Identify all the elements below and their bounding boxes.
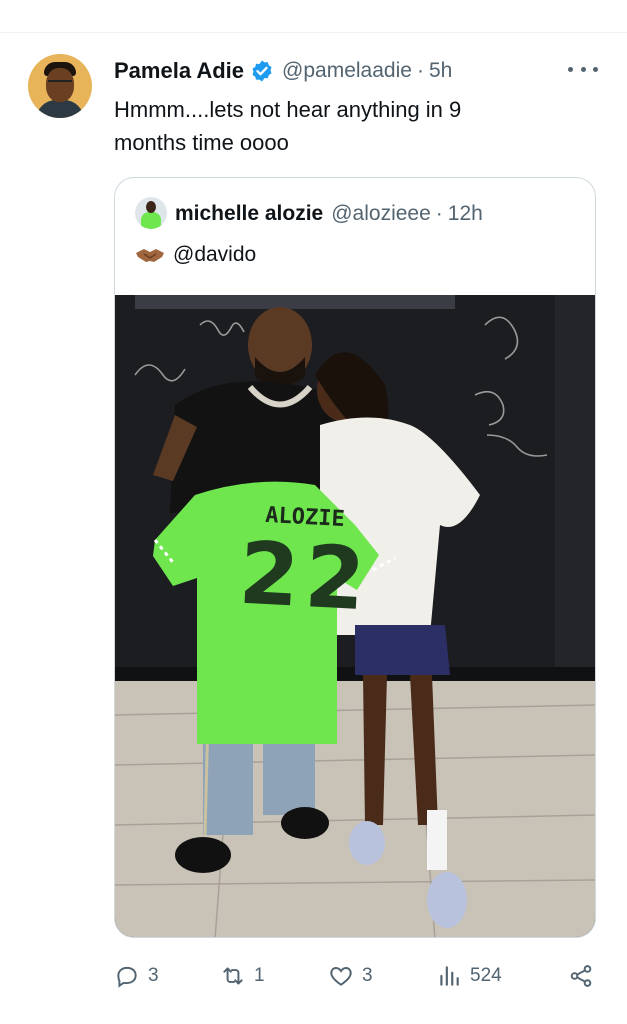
quoted-author-handle[interactable]: @alozieee — [331, 202, 431, 226]
quoted-separator-dot: · — [435, 202, 443, 225]
tweet-photo[interactable]: ALOZIE 22 — [115, 295, 595, 937]
repost-count: 1 — [254, 965, 265, 986]
author-handle[interactable]: @pamelaadie — [282, 59, 412, 83]
like-button[interactable]: 3 — [328, 958, 373, 994]
repost-button[interactable]: 1 — [220, 958, 265, 994]
reply-count: 3 — [148, 965, 159, 986]
reply-button[interactable]: 3 — [114, 958, 159, 994]
quoted-author-name[interactable]: michelle alozie — [175, 202, 323, 226]
heart-icon — [330, 967, 352, 986]
quoted-tweet[interactable]: michelle alozie @alozieee · 12h @davido — [114, 177, 596, 938]
like-count: 3 — [362, 965, 373, 986]
quoted-tweet-text-row: @davido — [135, 240, 256, 270]
views-count: 524 — [470, 965, 502, 986]
reply-icon — [117, 966, 137, 988]
quoted-tweet-text[interactable]: @davido — [173, 243, 256, 267]
handshake-emoji-icon — [136, 249, 164, 262]
share-button[interactable] — [568, 958, 594, 994]
views-chart-icon — [440, 966, 459, 986]
top-divider — [0, 32, 627, 33]
verified-badge-icon — [252, 60, 272, 82]
tweet-actions-bar: 3 1 3 524 — [114, 958, 604, 994]
author-avatar[interactable] — [28, 54, 92, 118]
tweet-timestamp[interactable]: 5h — [429, 59, 452, 83]
jersey-number-text: 22 — [236, 523, 374, 631]
author-name[interactable]: Pamela Adie — [114, 58, 244, 84]
quoted-timestamp[interactable]: 12h — [448, 202, 483, 226]
tweet-text: Hmmm....lets not hear anything in 9 mont… — [114, 97, 462, 155]
quoted-tweet-header: michelle alozie @alozieee · 12h — [175, 200, 483, 228]
tweet-header: Pamela Adie @pamelaadie · 5h — [114, 57, 452, 85]
separator-dot: · — [416, 59, 424, 82]
more-options-icon[interactable] — [568, 58, 598, 80]
views-button[interactable]: 524 — [436, 958, 502, 994]
share-icon — [570, 965, 592, 987]
quoted-author-avatar[interactable] — [135, 197, 167, 229]
repost-icon — [223, 967, 243, 985]
